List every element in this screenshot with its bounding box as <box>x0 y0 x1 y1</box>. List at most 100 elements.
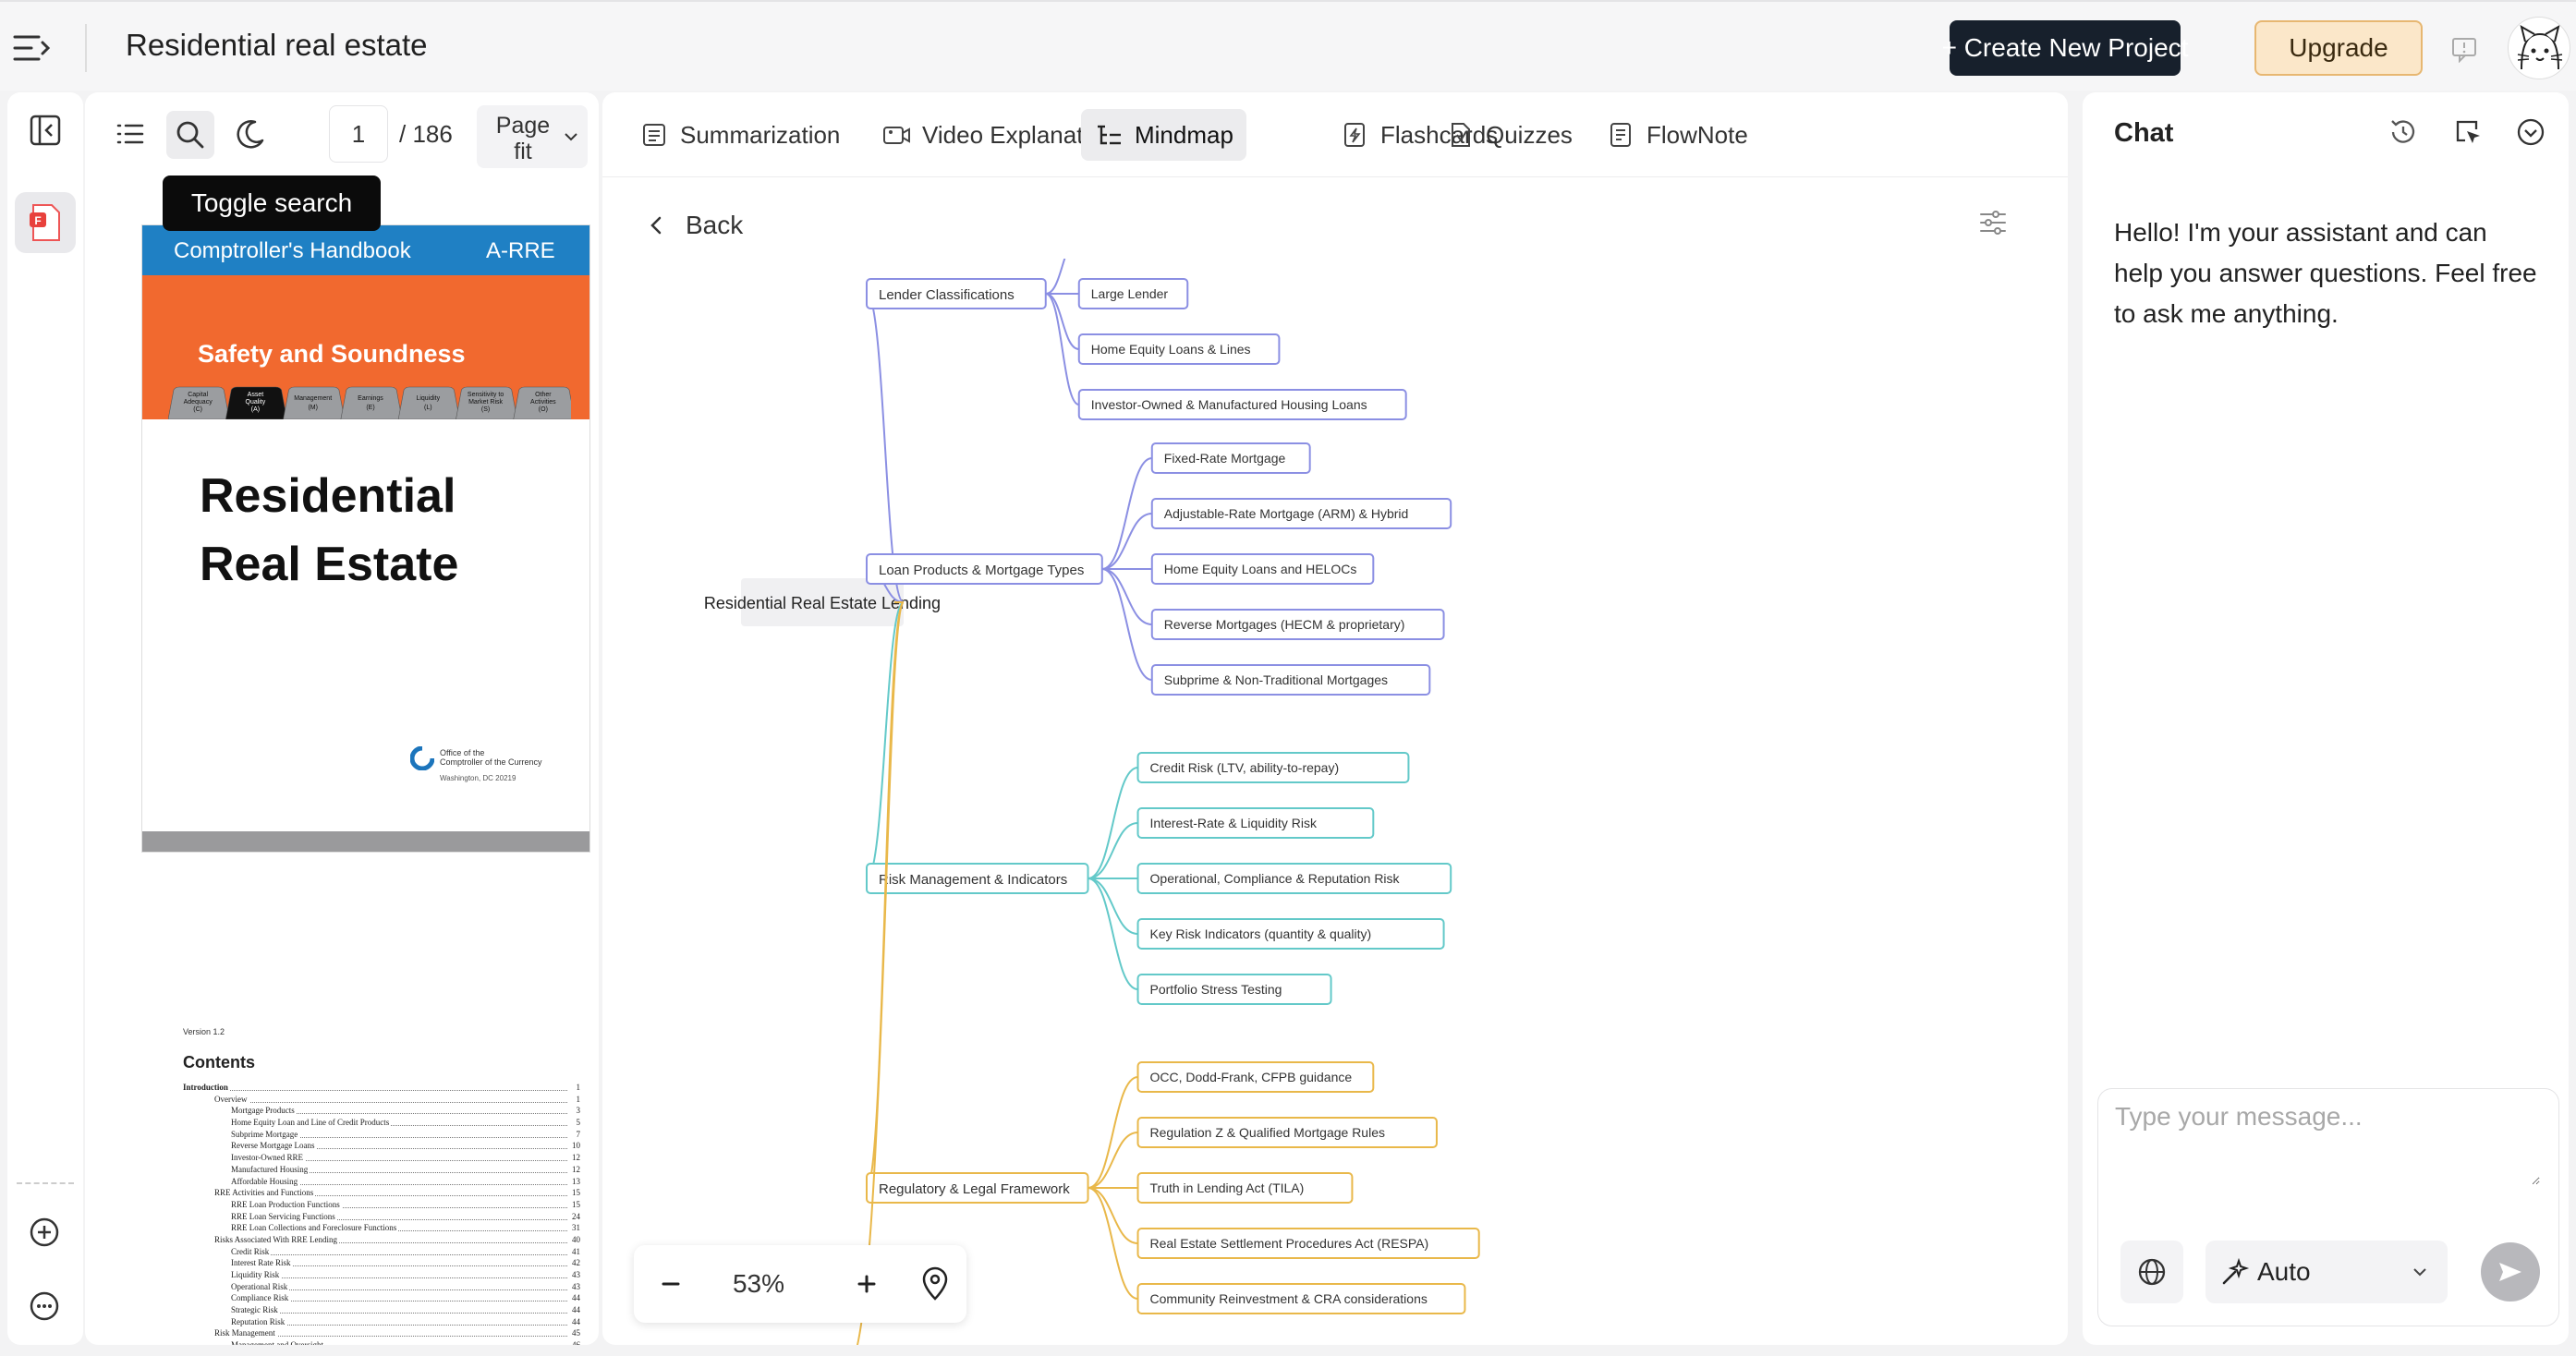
branch-node-label[interactable]: Loan Products & Mortgage Types <box>879 563 1084 578</box>
leaf-node-label[interactable]: OCC, Dodd-Frank, CFPB guidance <box>1150 1070 1353 1084</box>
branch-node-label[interactable]: Risk Management & Indicators <box>879 872 1067 888</box>
recenter-location-icon[interactable] <box>918 1265 952 1302</box>
mindmap-leaf-node[interactable]: Key Risk Indicators (quantity & quality) <box>1136 918 1445 950</box>
page-fit-select[interactable]: Page fit <box>477 105 588 168</box>
branch-node-label[interactable]: Lender Classifications <box>879 287 1015 303</box>
mindmap-leaf-node[interactable]: Home Equity Loans and HELOCs <box>1150 553 1375 585</box>
mindmap-leaf-node[interactable]: Truth in Lending Act (TILA) <box>1136 1172 1354 1204</box>
zoom-out-minus-icon[interactable] <box>654 1267 687 1301</box>
toc-row[interactable]: Risk Management 45 <box>183 1328 580 1340</box>
leaf-node-label[interactable]: Interest-Rate & Liquidity Risk <box>1150 816 1318 830</box>
mindmap-leaf-node[interactable]: Community Reinvestment & CRA considerati… <box>1136 1283 1466 1314</box>
leaf-node-label[interactable]: Investor-Owned & Manufactured Housing Lo… <box>1091 397 1367 412</box>
mindmap-leaf-node[interactable]: Credit Risk (LTV, ability-to-repay) <box>1136 752 1410 783</box>
leaf-node-label[interactable]: Truth in Lending Act (TILA) <box>1150 1180 1305 1195</box>
mindmap-leaf-node[interactable]: Adjustable-Rate Mortgage (ARM) & Hybrid <box>1150 498 1452 529</box>
message-input[interactable] <box>2115 1102 2540 1185</box>
toc-row[interactable]: Management and Oversight 46 <box>183 1340 580 1345</box>
leaf-node-label[interactable]: Key Risk Indicators (quantity & quality) <box>1150 926 1372 941</box>
branch-node-label[interactable]: Regulatory & Legal Framework <box>879 1181 1070 1197</box>
avatar[interactable] <box>2508 17 2570 79</box>
leaf-node-label[interactable]: Reverse Mortgages (HECM & proprietary) <box>1164 617 1405 632</box>
toc-row[interactable]: Subprime Mortgage 7 <box>183 1129 580 1142</box>
leaf-node-label[interactable]: Community Reinvestment & CRA considerati… <box>1150 1291 1428 1306</box>
back-button[interactable]: Back <box>647 207 743 244</box>
history-icon[interactable] <box>2388 116 2419 148</box>
tab-summarization[interactable]: Summarization <box>626 109 853 161</box>
menu-toggle-icon[interactable] <box>11 30 52 67</box>
search-toggle-button[interactable] <box>166 111 214 159</box>
mindmap-root-node[interactable]: Residential Real Estate Lending <box>704 578 941 626</box>
toc-row[interactable]: Affordable Housing 13 <box>183 1176 580 1189</box>
leaf-node-label[interactable]: Home Equity Loans and HELOCs <box>1164 562 1357 576</box>
leaf-node-label[interactable]: Home Equity Loans & Lines <box>1091 342 1251 357</box>
mindmap-leaf-node[interactable]: OCC, Dodd-Frank, CFPB guidance <box>1136 1061 1375 1093</box>
toc-row[interactable]: Manufactured Housing 12 <box>183 1164 580 1177</box>
mindmap-settings-sliders-icon[interactable] <box>1977 207 2009 238</box>
toc-row[interactable]: Home Equity Loan and Line of Credit Prod… <box>183 1118 580 1130</box>
upgrade-button[interactable]: Upgrade <box>2254 20 2423 76</box>
mindmap-leaf-node[interactable]: Fixed-Rate Mortgage <box>1150 442 1311 474</box>
tab-flownote[interactable]: FlowNote <box>1593 109 1761 161</box>
feedback-icon[interactable] <box>2450 35 2478 63</box>
leaf-node-label[interactable]: Adjustable-Rate Mortgage (ARM) & Hybrid <box>1164 506 1409 521</box>
zoom-in-plus-icon[interactable] <box>850 1267 883 1301</box>
outline-list-icon[interactable] <box>113 116 148 151</box>
mindmap-leaf-node[interactable]: Home Equity Loans & Lines <box>1077 333 1281 365</box>
model-mode-select[interactable]: Auto <box>2205 1241 2448 1303</box>
toc-row[interactable]: Compliance Risk 44 <box>183 1293 580 1305</box>
leaf-node-label[interactable]: Subprime & Non-Traditional Mortgages <box>1164 672 1388 687</box>
mindmap-branch-node[interactable]: Regulatory & Legal Framework <box>866 1172 1089 1204</box>
toc-row[interactable]: Reputation Risk 44 <box>183 1316 580 1329</box>
page-number-input[interactable]: 1 <box>329 105 388 163</box>
add-icon[interactable] <box>28 1216 61 1249</box>
mindmap-branch-node[interactable]: Loan Products & Mortgage Types <box>866 553 1103 585</box>
toc-row[interactable]: Liquidity Risk 43 <box>183 1270 580 1282</box>
mindmap-branch-node[interactable]: Lender Classifications <box>866 278 1047 309</box>
toc-row[interactable]: RRE Loan Production Functions 15 <box>183 1199 580 1212</box>
root-node-label[interactable]: Residential Real Estate Lending <box>704 594 941 612</box>
mindmap-leaf-node[interactable]: Subprime & Non-Traditional Mortgages <box>1150 664 1431 696</box>
toc-row[interactable]: Credit Risk 41 <box>183 1246 580 1259</box>
mindmap-leaf-node[interactable]: Investor-Owned & Manufactured Housing Lo… <box>1077 389 1407 420</box>
web-search-button[interactable] <box>2120 1241 2183 1303</box>
pdf-file-icon[interactable]: F <box>15 192 76 253</box>
send-button[interactable] <box>2481 1242 2540 1302</box>
toc-row[interactable]: Interest Rate Risk 42 <box>183 1258 580 1270</box>
mindmap-leaf-node[interactable]: Real Estate Settlement Procedures Act (R… <box>1136 1228 1480 1259</box>
mindmap-leaf-node[interactable]: Regulation Z & Qualified Mortgage Rules <box>1136 1117 1438 1148</box>
select-cursor-icon[interactable] <box>2452 116 2484 148</box>
toc-row[interactable]: Operational Risk 43 <box>183 1281 580 1294</box>
leaf-node-label[interactable]: Regulation Z & Qualified Mortgage Rules <box>1150 1125 1385 1140</box>
toc-row[interactable]: RRE Loan Servicing Functions 24 <box>183 1211 580 1224</box>
project-title[interactable]: Residential real estate <box>126 28 428 63</box>
mindmap-branch-node[interactable]: Risk Management & Indicators <box>866 863 1089 894</box>
leaf-node-label[interactable]: Credit Risk (LTV, ability-to-repay) <box>1150 760 1340 775</box>
mindmap-leaf-node[interactable]: Interest-Rate & Liquidity Risk <box>1136 807 1375 839</box>
leaf-node-label[interactable]: Operational, Compliance & Reputation Ris… <box>1150 871 1401 886</box>
mindmap-leaf-node[interactable]: Large Lender <box>1077 278 1189 309</box>
toc-row[interactable]: Risks Associated With RRE Lending 40 <box>183 1234 580 1247</box>
toc-row[interactable]: Mortgage Products 3 <box>183 1106 580 1118</box>
tab-quizzes[interactable]: Quizzes <box>1432 109 1586 161</box>
toc-row[interactable]: Investor-Owned RRE 12 <box>183 1153 580 1165</box>
dark-mode-moon-icon[interactable] <box>233 116 268 151</box>
create-new-project-button[interactable]: + Create New Project <box>1942 20 2188 76</box>
toc-row[interactable]: Strategic Risk 44 <box>183 1305 580 1317</box>
toc-row[interactable]: RRE Activities and Functions 15 <box>183 1188 580 1200</box>
mindmap-leaf-node[interactable]: Portfolio Stress Testing <box>1136 974 1332 1005</box>
mindmap-canvas[interactable]: Residential Real Estate Lending Lender Cl… <box>602 259 2068 1345</box>
leaf-node-label[interactable]: Large Lender <box>1091 286 1169 301</box>
collapse-sidebar-icon[interactable] <box>28 113 63 148</box>
more-options-icon[interactable] <box>28 1289 61 1323</box>
leaf-node-label[interactable]: Portfolio Stress Testing <box>1150 982 1282 997</box>
toc-row[interactable]: Reverse Mortgage Loans 10 <box>183 1141 580 1153</box>
mindmap-leaf-node[interactable]: Reverse Mortgages (HECM & proprietary) <box>1150 609 1445 640</box>
leaf-node-label[interactable]: Fixed-Rate Mortgage <box>1164 451 1286 466</box>
leaf-node-label[interactable]: Real Estate Settlement Procedures Act (R… <box>1150 1236 1429 1251</box>
toc-row[interactable]: Overview 1 <box>183 1094 580 1107</box>
tab-mindmap[interactable]: Mindmap <box>1081 109 1246 161</box>
chat-collapse-chevron-icon[interactable] <box>2515 116 2546 148</box>
toc-row[interactable]: Introduction 1 <box>183 1083 580 1095</box>
mindmap-leaf-node[interactable]: Operational, Compliance & Reputation Ris… <box>1136 863 1452 894</box>
